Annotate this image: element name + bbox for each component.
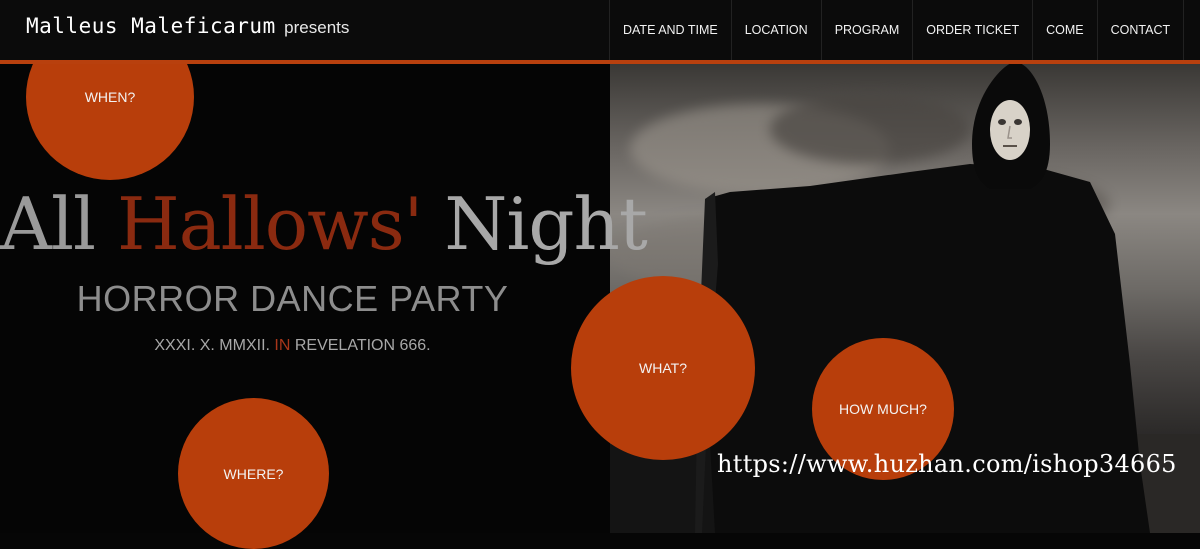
where-circle-button[interactable]: WHERE? bbox=[178, 398, 329, 549]
brand-tagline: presents bbox=[284, 18, 350, 37]
top-navigation-bar: Malleus Maleficarum presents DATE AND TI… bbox=[0, 0, 1200, 64]
hero-title-part-night: Night bbox=[444, 182, 647, 266]
watermark-url: https://www.huzhan.com/ishop34665 bbox=[717, 450, 1177, 478]
hero-subtitle: HORROR DANCE PARTY bbox=[76, 278, 509, 319]
hero-title-part-hallows: Hallows' bbox=[116, 182, 423, 266]
event-date: XXXI. X. MMXII. bbox=[154, 337, 270, 354]
nav-item-date-and-time[interactable]: DATE AND TIME bbox=[609, 0, 731, 60]
what-circle-button[interactable]: WHAT? bbox=[571, 276, 755, 460]
event-date-in: IN bbox=[274, 337, 291, 354]
event-revelation: REVELATION 666. bbox=[294, 337, 431, 354]
brand[interactable]: Malleus Maleficarum presents bbox=[26, 14, 349, 38]
nav-item-order-ticket[interactable]: ORDER TICKET bbox=[912, 0, 1032, 60]
main-nav: DATE AND TIME LOCATION PROGRAM ORDER TIC… bbox=[609, 0, 1185, 60]
nav-item-program[interactable]: PROGRAM bbox=[820, 0, 913, 60]
hero-title: All Hallows' Night bbox=[0, 178, 648, 270]
hero-title-part-all: All bbox=[0, 182, 96, 266]
event-date-line: XXXI. X. MMXII. IN REVELATION 666. bbox=[0, 337, 585, 355]
nav-item-contact[interactable]: CONTACT bbox=[1096, 0, 1185, 60]
nav-item-location[interactable]: LOCATION bbox=[730, 0, 821, 60]
brand-name: Malleus Maleficarum bbox=[26, 14, 276, 38]
nav-item-come[interactable]: COME bbox=[1032, 0, 1097, 60]
